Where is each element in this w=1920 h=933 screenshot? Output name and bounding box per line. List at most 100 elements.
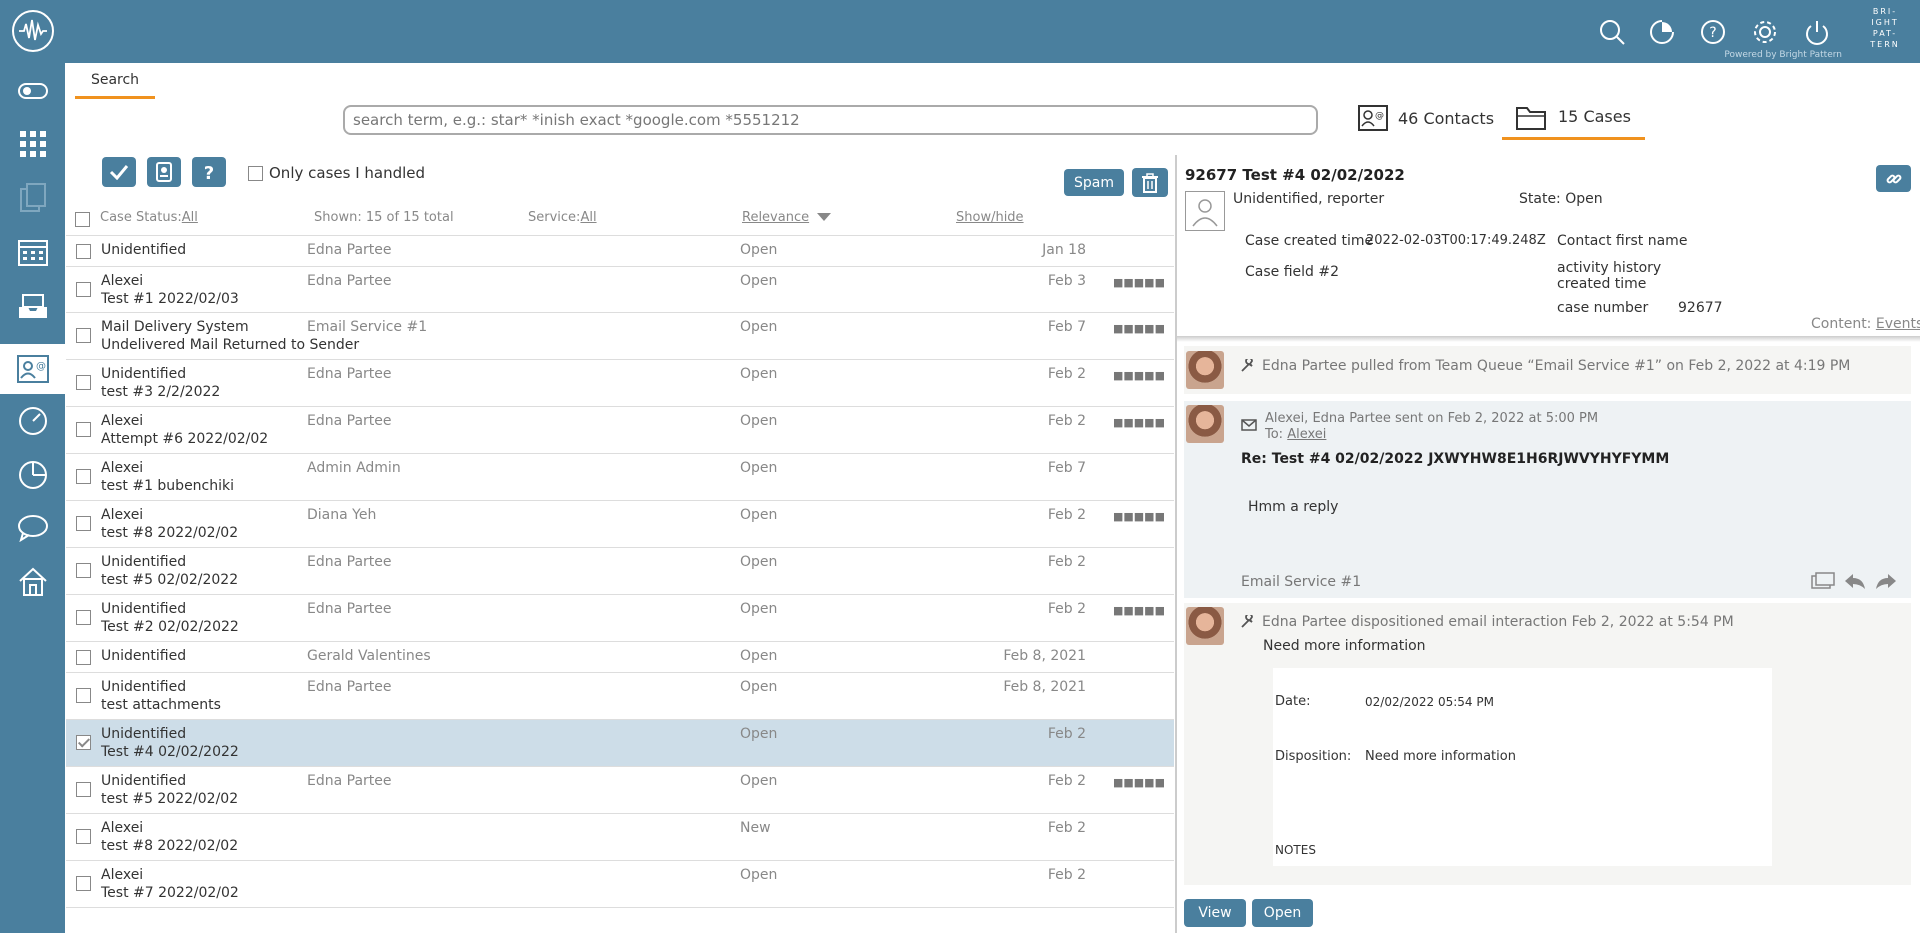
- service-filter[interactable]: Service:All: [528, 210, 597, 225]
- disposition-detail-value: Need more information: [1365, 749, 1516, 764]
- popout-icon[interactable]: [1811, 572, 1835, 590]
- service-value[interactable]: All: [580, 210, 596, 225]
- dashboard-icon[interactable]: [0, 398, 65, 444]
- app-logo-icon[interactable]: [12, 10, 54, 52]
- row-priority: ■■■■■: [1113, 416, 1165, 429]
- delete-button[interactable]: [1132, 168, 1168, 197]
- case-status-value[interactable]: All: [182, 210, 198, 225]
- contacts-category[interactable]: @ 46 Contacts: [1358, 96, 1494, 140]
- tab-search[interactable]: Search: [75, 63, 155, 99]
- row-priority: ■■■■■: [1113, 369, 1165, 382]
- email-to-link[interactable]: Alexei: [1287, 427, 1326, 442]
- contact-first-name-label: Contact first name: [1557, 233, 1688, 249]
- row-date: Jan 18: [1042, 242, 1086, 258]
- row-checkbox[interactable]: [76, 829, 91, 844]
- activity-icon[interactable]: [1648, 18, 1676, 46]
- only-handled-filter[interactable]: Only cases I handled: [248, 164, 425, 182]
- row-date: Feb 2: [1047, 413, 1086, 429]
- table-row[interactable]: Alexei test #1 bubenchiki Admin Admin Open F…: [66, 454, 1174, 501]
- row-checkbox[interactable]: [76, 563, 91, 578]
- row-contact: Unidentified: [101, 726, 187, 742]
- row-checkbox[interactable]: [76, 469, 91, 484]
- table-row[interactable]: Alexei test #8 2022/02/02 New Feb 2: [66, 814, 1174, 861]
- relevance-sort[interactable]: Relevance: [742, 210, 832, 225]
- link-button[interactable]: [1876, 165, 1911, 192]
- row-checkbox[interactable]: [76, 876, 91, 891]
- show-hide-columns[interactable]: Show/hide: [956, 210, 1024, 225]
- documents-icon[interactable]: [0, 175, 65, 221]
- row-date: Feb 2: [1047, 507, 1086, 523]
- help-icon[interactable]: ?: [1699, 18, 1727, 46]
- select-all-checkbox[interactable]: [75, 212, 90, 227]
- table-row[interactable]: Unidentified Test #2 02/02/2022 Edna Parte…: [66, 595, 1174, 642]
- sidebar: @: [0, 63, 65, 933]
- table-row[interactable]: Unidentified Gerald Valentines Open Feb 8, …: [66, 642, 1174, 673]
- only-handled-label: Only cases I handled: [269, 164, 426, 182]
- calendar-icon[interactable]: [0, 229, 65, 275]
- row-checkbox[interactable]: [76, 328, 91, 343]
- cases-category[interactable]: 15 Cases: [1502, 96, 1645, 140]
- row-checkbox[interactable]: [76, 422, 91, 437]
- row-owner: Edna Partee: [307, 773, 392, 789]
- row-status: Open: [740, 773, 778, 789]
- spam-button[interactable]: Spam: [1064, 169, 1124, 196]
- row-checkbox[interactable]: [76, 688, 91, 703]
- search-icon[interactable]: [1598, 18, 1626, 46]
- row-checkbox[interactable]: [76, 244, 91, 259]
- row-checkbox[interactable]: [76, 735, 91, 750]
- only-handled-checkbox[interactable]: [248, 165, 263, 181]
- row-checkbox[interactable]: [76, 375, 91, 390]
- row-contact: Alexei: [101, 460, 144, 476]
- chat-icon[interactable]: [0, 505, 65, 551]
- row-checkbox[interactable]: [76, 782, 91, 797]
- row-subject: Test #2 02/02/2022: [101, 619, 239, 635]
- row-status: Open: [740, 726, 778, 742]
- table-row[interactable]: Alexei Test #7 2022/02/02 Open Feb 2: [66, 861, 1174, 908]
- reports-icon[interactable]: [0, 452, 65, 498]
- case-status-filter[interactable]: Case Status:All: [100, 210, 198, 225]
- row-checkbox[interactable]: [76, 516, 91, 531]
- inbox-icon[interactable]: [0, 283, 65, 329]
- row-contact: Unidentified: [101, 601, 187, 617]
- table-row[interactable]: Unidentified Test #4 02/02/2022 Open Feb 2: [66, 720, 1174, 767]
- reply-icon[interactable]: [1844, 572, 1866, 590]
- case-reporter: Unidentified, reporter: [1233, 191, 1385, 207]
- view-button[interactable]: View: [1184, 899, 1246, 927]
- agent-avatar: [1186, 405, 1224, 443]
- row-checkbox[interactable]: [76, 282, 91, 297]
- row-checkbox[interactable]: [76, 610, 91, 625]
- row-checkbox[interactable]: [76, 650, 91, 665]
- table-row[interactable]: Mail Delivery System Undelivered Mail Ret…: [66, 313, 1174, 360]
- open-button[interactable]: Open: [1252, 899, 1313, 927]
- table-row[interactable]: Alexei Attempt #6 2022/02/02 Edna Partee Op…: [66, 407, 1174, 454]
- search-input[interactable]: [343, 105, 1318, 135]
- top-bar: ? BRI- IGHT PAT- TERN Powered by Bright Pat…: [0, 0, 1920, 63]
- row-owner: Edna Partee: [307, 679, 392, 695]
- help-button[interactable]: ?: [192, 157, 226, 187]
- contacts-icon[interactable]: @: [0, 344, 65, 394]
- home-icon[interactable]: [0, 559, 65, 605]
- contact-book-button[interactable]: [147, 157, 181, 187]
- created-label: Case created time: [1245, 233, 1374, 249]
- table-row[interactable]: Alexei Test #1 2022/02/03 Edna Partee Open F…: [66, 267, 1174, 313]
- table-row[interactable]: Unidentified test attachments Edna Partee O…: [66, 673, 1174, 720]
- row-priority: ■■■■■: [1113, 276, 1165, 289]
- content-events-link[interactable]: Events: [1876, 316, 1920, 332]
- row-contact: Alexei: [101, 507, 144, 523]
- power-icon[interactable]: [1803, 18, 1831, 46]
- row-date: Feb 2: [1047, 820, 1086, 836]
- table-row[interactable]: Alexei test #8 2022/02/02 Diana Yeh Open Feb…: [66, 501, 1174, 548]
- forward-icon[interactable]: [1875, 572, 1897, 590]
- table-row[interactable]: Unidentified test #3 2/2/2022 Edna Partee O…: [66, 360, 1174, 407]
- table-row[interactable]: Unidentified Edna Partee Open Jan 18: [66, 236, 1174, 267]
- table-row[interactable]: Unidentified test #5 2022/02/02 Edna Parte…: [66, 767, 1174, 814]
- accept-button[interactable]: [102, 157, 136, 187]
- table-row[interactable]: Unidentified test #5 02/02/2022 Edna Parte…: [66, 548, 1174, 595]
- row-subject: test #5 2022/02/02: [101, 791, 239, 807]
- trash-icon: [1142, 172, 1158, 193]
- apps-grid-icon[interactable]: [0, 121, 65, 167]
- email-subject[interactable]: Re: Test #4 02/02/2022 JXWYHW8E1H6RJWVYH…: [1241, 451, 1669, 467]
- activity-history-label: activity history created time: [1557, 260, 1662, 292]
- toggle-icon[interactable]: [0, 68, 65, 114]
- settings-icon[interactable]: [1751, 18, 1779, 46]
